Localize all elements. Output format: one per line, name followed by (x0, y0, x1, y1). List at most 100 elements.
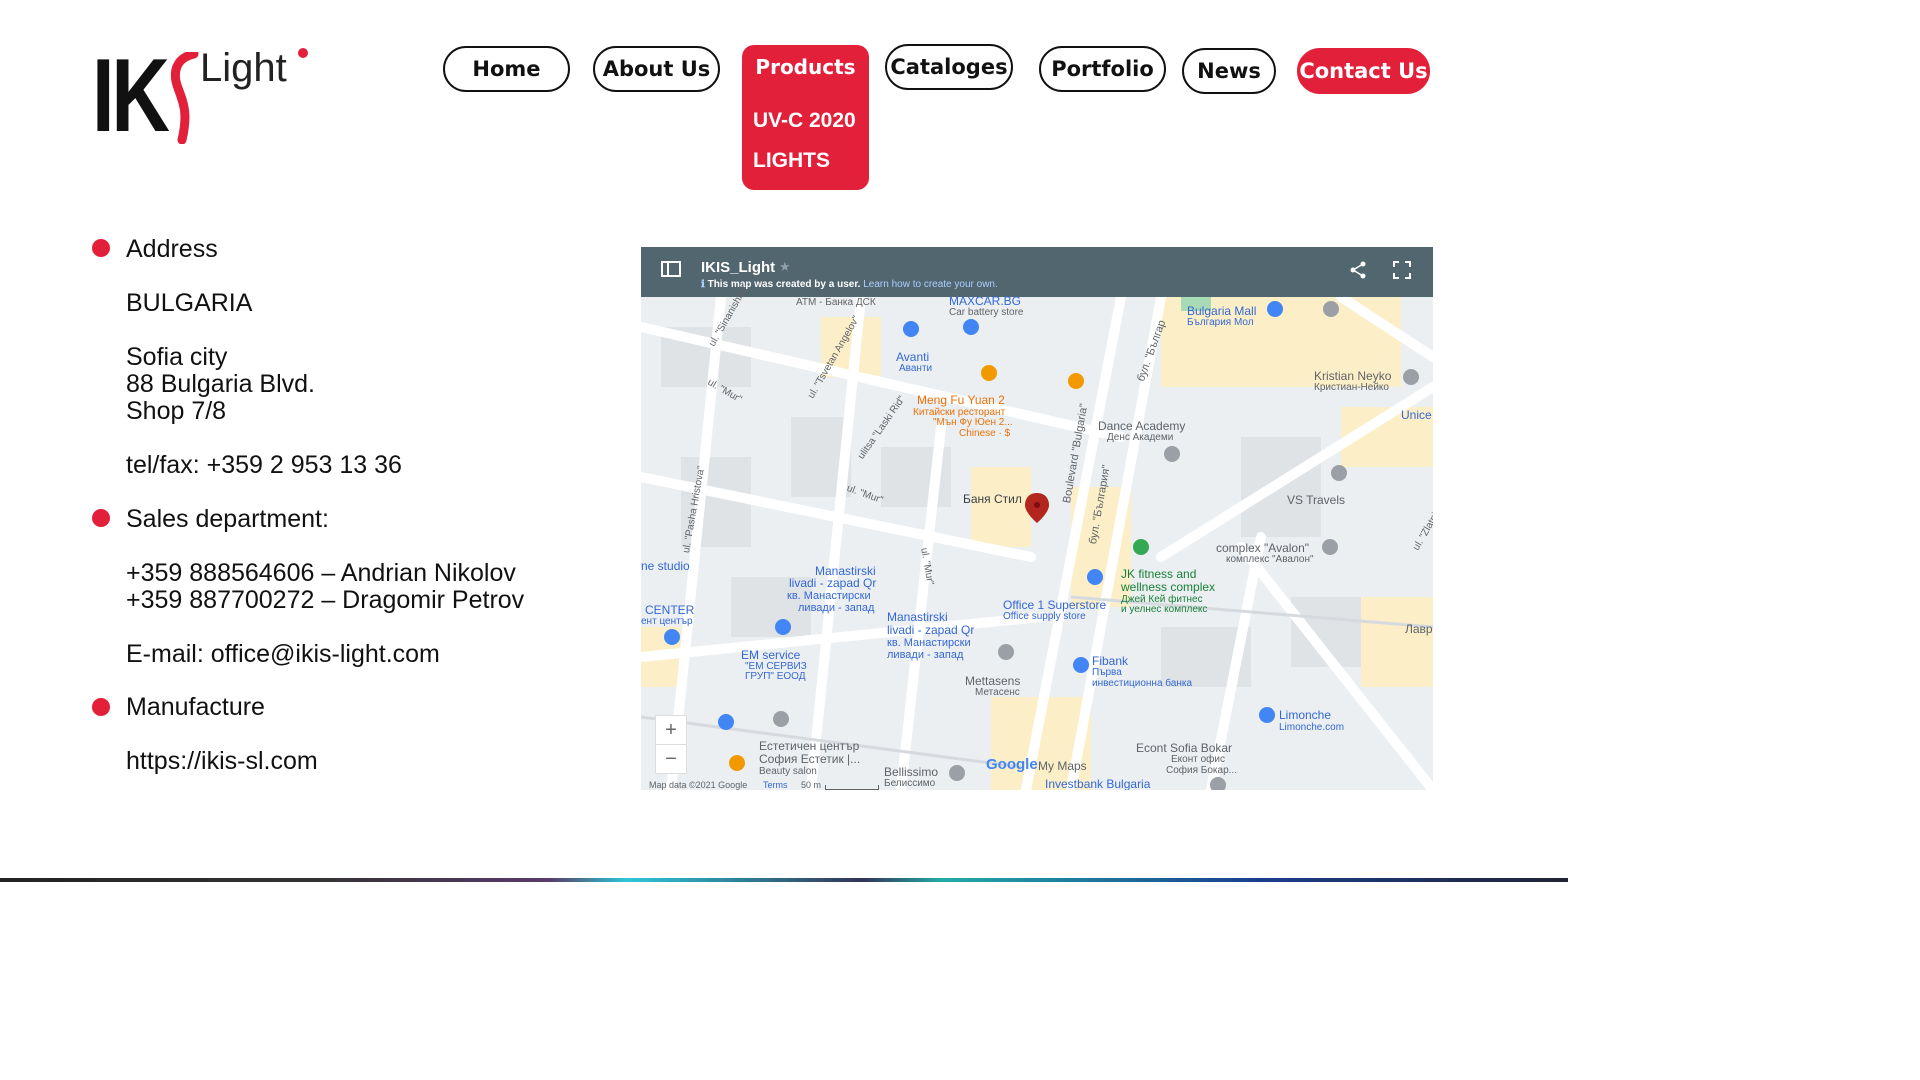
poi-avanti[interactable]: Avanti (896, 351, 929, 363)
nav-products-menu[interactable]: Products UV-C 2020 LIGHTS (742, 45, 869, 190)
poi-studio[interactable]: ne studio (641, 560, 690, 572)
share-icon[interactable] (1349, 261, 1367, 279)
poi-office1[interactable]: Office 1 Superstore (1003, 599, 1106, 611)
poi-manastirski-2-bg: кв. Манастирски (887, 637, 971, 649)
poi-bulgaria-mall-bg: България Мол (1187, 317, 1254, 328)
poi-manastirski-1-bg: кв. Манастирски (787, 590, 871, 602)
sales-phone-2[interactable]: +359 887700272 – Dragomir Petrov (126, 587, 524, 614)
poi-bulgaria-mall[interactable]: Bulgaria Mall (1187, 305, 1256, 317)
address-country: BULGARIA (126, 289, 253, 317)
map-header: IKIS_Light ★ ℹ This map was created by a… (641, 247, 1433, 297)
poi-estetichen-type: Beauty salon (759, 766, 817, 777)
footer-strip (0, 878, 1568, 882)
map-scale-bar (825, 785, 879, 790)
poi-mettasens-bg: Метасенс (975, 687, 1020, 698)
poi-atm[interactable]: ATM - Банка ДСК (796, 297, 876, 309)
email-link[interactable]: E-mail: office@ikis-light.com (126, 641, 440, 668)
poi-estetichen[interactable]: Естетичен център (759, 740, 859, 752)
nav-about-us[interactable]: About Us (593, 46, 720, 92)
poi-manastirski-1b: livadi - zapad Qr (789, 576, 877, 590)
poi-maxcar-type: Car battery store (949, 307, 1024, 318)
poi-manastirski-2[interactable]: Manastirski (887, 611, 948, 623)
address-shop: Shop 7/8 (126, 397, 227, 425)
poi-bellissimo-bg: Белиссимо (884, 778, 936, 789)
fullscreen-icon[interactable] (1393, 261, 1411, 279)
poi-jk-fitness[interactable]: JK fitness and (1121, 568, 1196, 580)
sidebar-toggle-icon[interactable] (661, 261, 681, 277)
phone-fax[interactable]: tel/fax: +359 2 953 13 36 (126, 452, 402, 479)
bullet-icon (92, 239, 110, 257)
zoom-in-button[interactable]: + (655, 715, 687, 745)
poi-dance-academy-bg: Денс Академи (1107, 432, 1174, 443)
map-terms-link[interactable]: Terms (763, 780, 788, 790)
poi-econt-bg2: София Бокар... (1166, 765, 1237, 776)
nav-products[interactable]: Products (742, 55, 869, 79)
poi-banya-stil[interactable]: Баня Стил (963, 493, 1022, 505)
poi-office1-type: Office supply store (1003, 611, 1086, 622)
poi-manastirski-2b: livadi - zapad Qr (887, 623, 975, 637)
logo-s-mark (170, 52, 199, 144)
sales-phone-1[interactable]: +359 888564606 – Andrian Nikolov (126, 560, 516, 587)
zoom-out-button[interactable]: − (655, 744, 687, 774)
poi-vs-travels[interactable]: VS Travels (1287, 494, 1345, 506)
poi-jk-fitness-bg2: и уелнес комплекс (1121, 604, 1208, 615)
logo-dot (298, 48, 308, 58)
poi-jk-fitness-2: wellness complex (1121, 580, 1216, 594)
address-heading: Address (126, 235, 218, 263)
map-scale: 50 m (801, 780, 822, 790)
poi-limonche-url: Limonche.com (1279, 722, 1345, 733)
submenu-uvc-2020-lights[interactable]: UV-C 2020 LIGHTS (753, 101, 865, 181)
map-subtitle-text: This map was created by a user. (707, 279, 861, 290)
manufacture-link[interactable]: https://ikis-sl.com (126, 748, 318, 775)
poi-investbank[interactable]: Investbank Bulgaria (1045, 778, 1150, 790)
poi-meng-fu-yuan[interactable]: Meng Fu Yuan 2 (917, 394, 1005, 406)
map-learn-link[interactable]: Learn how to create your own. (863, 279, 998, 290)
poi-center-bg: ент център (641, 616, 693, 627)
poi-estetichen-2: София Естетик |... (759, 752, 861, 766)
nav-home[interactable]: Home (443, 46, 570, 92)
poi-em-service[interactable]: EM service (741, 649, 800, 661)
info-icon: ℹ (701, 279, 705, 290)
poi-complex-avalon-bg: комплекс "Авалон" (1226, 554, 1314, 565)
google-logo: Google (986, 756, 1038, 773)
poi-em-service-bg2: ГРУП" ЕООД (745, 671, 806, 682)
logo-ik-text: IK (92, 38, 170, 154)
bullet-icon (92, 509, 110, 527)
poi-fibank[interactable]: Fibank (1092, 655, 1128, 667)
poi-center[interactable]: CENTER (645, 604, 694, 616)
poi-limonche[interactable]: Limonche (1279, 709, 1331, 721)
nav-contact-us[interactable]: Contact Us (1297, 48, 1430, 94)
map-title[interactable]: IKIS_Light (701, 259, 775, 276)
mymaps-label: My Maps (1038, 759, 1087, 773)
map-footer: Map data ©2021 Google (649, 780, 748, 790)
poi-meng-fu-yuan-type: Chinese · $ (959, 428, 1011, 439)
embedded-map[interactable]: IKIS_Light ★ ℹ This map was created by a… (641, 247, 1433, 790)
poi-lavr[interactable]: Лавр (1405, 623, 1433, 635)
poi-maxcar[interactable]: MAXCAR.BG (949, 295, 1021, 307)
poi-kristian-neyko-bg: Кристиан-Нейко (1314, 382, 1389, 393)
poi-manastirski-2-bg2: ливади - запад (887, 649, 964, 661)
submenu-line-2: LIGHTS (753, 149, 830, 172)
bullet-icon (92, 698, 110, 716)
poi-mettasens[interactable]: Mettasens (965, 675, 1020, 687)
nav-portfolio[interactable]: Portfolio (1039, 46, 1166, 92)
poi-avanti-bg: Аванти (899, 363, 933, 374)
poi-manastirski-1-bg2: ливади - запад (798, 602, 875, 614)
sales-heading: Sales department: (126, 505, 329, 533)
poi-econt[interactable]: Econt Sofia Bokar (1136, 742, 1232, 754)
address-street: 88 Bulgaria Blvd. (126, 370, 316, 398)
poi-bellissimo[interactable]: Bellissimo (884, 766, 938, 778)
nav-news[interactable]: News (1182, 48, 1276, 94)
logo-light-text: Light (200, 46, 287, 90)
star-icon[interactable]: ★ (779, 259, 791, 275)
poi-complex-avalon[interactable]: complex "Avalon" (1216, 542, 1309, 554)
poi-kristian-neyko[interactable]: Kristian Neyko (1314, 370, 1391, 382)
poi-dance-academy[interactable]: Dance Academy (1098, 420, 1185, 432)
poi-unice[interactable]: Unice (1401, 409, 1432, 421)
manufacture-heading: Manufacture (126, 693, 265, 721)
ikis-light-logo[interactable]: IK Light (92, 38, 322, 154)
poi-fibank-bg2: инвестиционна банка (1092, 678, 1193, 689)
address-city: Sofia city (126, 343, 228, 371)
nav-catalogues[interactable]: Cataloges (885, 44, 1013, 90)
submenu-line-1: UV-C 2020 (753, 109, 856, 132)
